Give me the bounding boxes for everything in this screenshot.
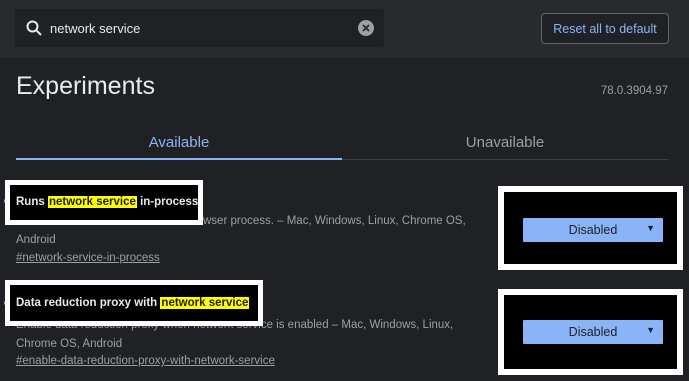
tab-available[interactable]: Available <box>16 126 342 160</box>
dropdown-arrow-icon: ▼ <box>646 325 655 335</box>
reset-all-button[interactable]: Reset all to default <box>541 13 669 44</box>
version-label: 78.0.3904.97 <box>600 85 668 97</box>
experiment-title: Runs network service in-process <box>16 196 199 208</box>
experiment-select[interactable]: Disabled ▼ <box>523 320 663 344</box>
search-input[interactable] <box>50 9 350 47</box>
search-box[interactable] <box>15 9 384 47</box>
experiment-link[interactable]: #network-service-in-process <box>16 252 160 264</box>
search-icon <box>26 20 42 36</box>
experiment-title: Data reduction proxy with network servic… <box>16 297 250 309</box>
dropdown-arrow-icon: ▼ <box>646 223 655 233</box>
tab-unavailable[interactable]: Unavailable <box>342 126 668 160</box>
experiment-select[interactable]: Disabled ▼ <box>523 218 663 242</box>
top-bar: Reset all to default <box>0 0 689 58</box>
experiment-link[interactable]: #enable-data-reduction-proxy-with-networ… <box>16 355 275 367</box>
search-match-highlight: network service <box>47 196 137 208</box>
page-title: Experiments <box>16 72 155 100</box>
search-match-highlight: network service <box>160 297 250 309</box>
clear-search-icon[interactable] <box>357 19 375 37</box>
